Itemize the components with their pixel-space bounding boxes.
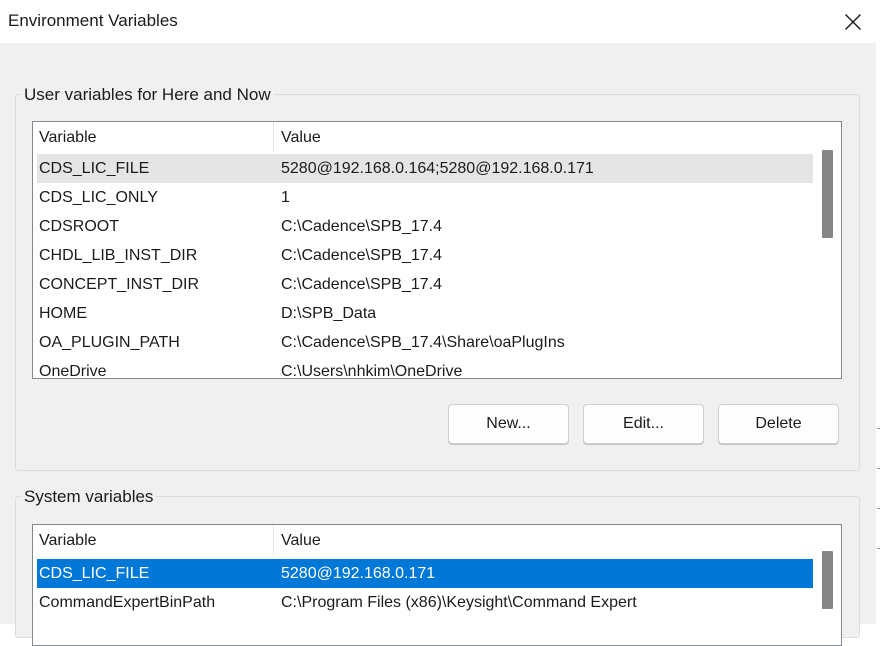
- table-row[interactable]: CDS_LIC_FILE 5280@192.168.0.164;5280@192…: [37, 154, 813, 183]
- vertical-scrollbar[interactable]: [813, 122, 841, 378]
- column-header-variable[interactable]: Variable: [39, 129, 97, 147]
- variable-name: CHDL_LIB_INST_DIR: [39, 247, 198, 264]
- table-row[interactable]: CDS_LIC_FILE 5280@192.168.0.171: [37, 559, 813, 588]
- variable-value: C:\Cadence\SPB_17.4: [281, 276, 442, 293]
- variable-value: C:\Program Files (x86)\Keysight\Command …: [281, 594, 637, 611]
- dialog-body: User variables for Here and Now Variable…: [0, 43, 876, 646]
- variable-name: CDS_LIC_ONLY: [39, 189, 158, 206]
- variable-name: CommandExpertBinPath: [39, 594, 216, 611]
- window-title: Environment Variables: [8, 11, 178, 30]
- table-row[interactable]: CommandExpertBinPath C:\Program Files (x…: [37, 588, 813, 617]
- column-divider[interactable]: [273, 525, 274, 555]
- variable-value: C:\Cadence\SPB_17.4: [281, 218, 442, 235]
- scrollbar-thumb[interactable]: [822, 150, 833, 238]
- variable-name: HOME: [39, 305, 87, 322]
- column-divider[interactable]: [273, 122, 274, 152]
- close-button[interactable]: [830, 0, 876, 43]
- column-header-value[interactable]: Value: [281, 129, 321, 147]
- variable-value: C:\Cadence\SPB_17.4: [281, 247, 442, 264]
- variable-name: OA_PLUGIN_PATH: [39, 334, 180, 351]
- variable-value: 5280@192.168.0.171: [281, 565, 436, 582]
- variable-value: C:\Users\nhkim\OneDrive: [281, 363, 463, 379]
- user-variables-list[interactable]: Variable Value CDS_LIC_FILE 5280@192.168…: [32, 121, 842, 379]
- delete-button[interactable]: Delete: [718, 404, 839, 444]
- variable-value: 5280@192.168.0.164;5280@192.168.0.171: [281, 160, 594, 177]
- table-row[interactable]: CDS_LIC_ONLY 1: [37, 183, 813, 212]
- variable-value: C:\Cadence\SPB_17.4\Share\oaPlugIns: [281, 334, 565, 351]
- variable-name: CDS_LIC_FILE: [39, 160, 150, 177]
- table-row[interactable]: CHDL_LIB_INST_DIR C:\Cadence\SPB_17.4: [37, 241, 813, 270]
- variable-name: CDSROOT: [39, 218, 119, 235]
- close-icon: [845, 13, 861, 30]
- window-edge: [876, 0, 880, 624]
- list-header: Variable Value: [33, 525, 813, 555]
- variable-value: D:\SPB_Data: [281, 305, 377, 322]
- table-row[interactable]: OA_PLUGIN_PATH C:\Cadence\SPB_17.4\Share…: [37, 328, 813, 357]
- variable-value: 1: [281, 189, 290, 206]
- new-button[interactable]: New...: [448, 404, 569, 444]
- variable-name: OneDrive: [39, 363, 107, 379]
- list-header: Variable Value: [33, 122, 813, 152]
- table-row[interactable]: CDSROOT C:\Cadence\SPB_17.4: [37, 212, 813, 241]
- system-variables-list[interactable]: Variable Value CDS_LIC_FILE 5280@192.168…: [32, 524, 842, 646]
- column-header-variable[interactable]: Variable: [39, 532, 97, 550]
- user-variables-label: User variables for Here and Now: [21, 85, 274, 105]
- vertical-scrollbar[interactable]: [813, 525, 841, 645]
- system-variables-label: System variables: [21, 487, 157, 507]
- variable-name: CONCEPT_INST_DIR: [39, 276, 200, 293]
- table-row[interactable]: CONCEPT_INST_DIR C:\Cadence\SPB_17.4: [37, 270, 813, 299]
- table-row[interactable]: OneDrive C:\Users\nhkim\OneDrive: [37, 357, 813, 379]
- column-header-value[interactable]: Value: [281, 532, 321, 550]
- variable-name: CDS_LIC_FILE: [39, 565, 150, 582]
- scrollbar-thumb[interactable]: [822, 551, 833, 609]
- title-bar: Environment Variables: [0, 0, 876, 43]
- table-row[interactable]: HOME D:\SPB_Data: [37, 299, 813, 328]
- edit-button[interactable]: Edit...: [583, 404, 704, 444]
